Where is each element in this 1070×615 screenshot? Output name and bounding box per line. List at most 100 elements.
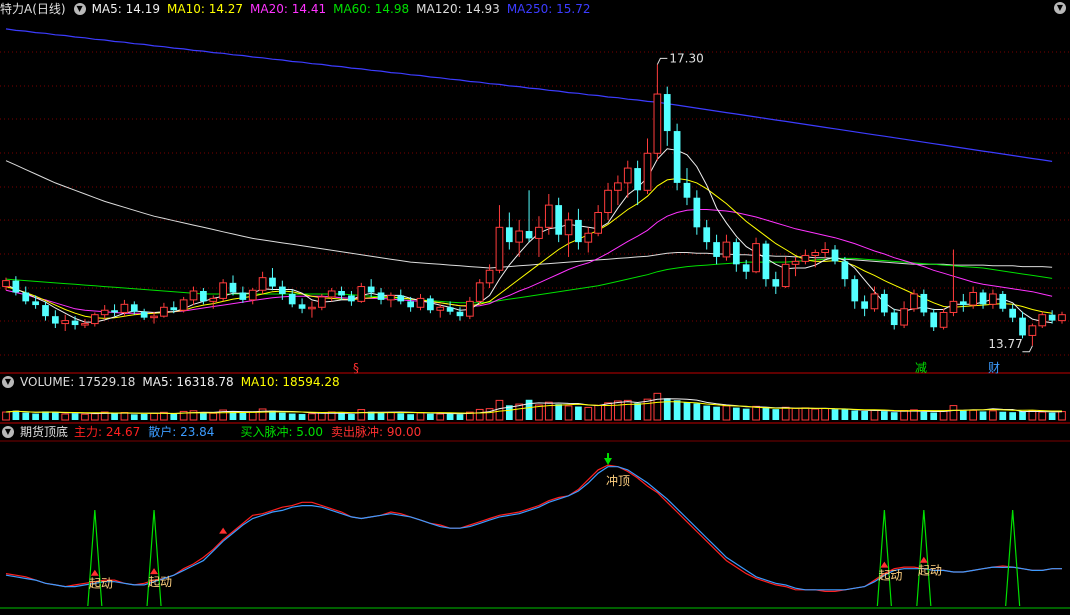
candle-body [1038,314,1047,327]
candle-body [436,306,445,311]
candle-body [170,307,178,311]
candle-body [555,205,563,235]
volume-bar [248,411,257,421]
candle-body [999,293,1007,309]
volume-bar [140,414,148,420]
candle-body [762,243,770,280]
candle-body [900,308,908,326]
volume-bar [239,412,247,420]
volume-bar [436,413,445,421]
volume-bar [150,412,158,421]
candle-body [229,282,237,293]
volume-bar [989,410,997,421]
volume-bar [2,411,10,421]
volume-bar [32,413,39,420]
volume-bar [81,413,89,421]
candle-body [683,182,691,198]
volume-bar [890,412,898,420]
dropdown-icon[interactable]: ▼ [2,426,14,438]
volume-bar [317,412,326,421]
buy-pulse-spike [1005,509,1021,607]
zhuli-line [5,464,1062,593]
volume-bar [722,405,731,421]
volume-bar [939,410,948,421]
candle-body [150,315,158,319]
volume-bar [623,399,632,421]
candle-body [456,311,464,317]
candle-body [140,311,148,318]
candle-body [111,310,118,313]
indicator-name: 期货顶底 [20,425,69,439]
volume-bar [772,409,780,420]
start-signal-label: 起动 [878,569,902,583]
chart-canvas[interactable]: 17.3013.77§ 减财起动 起动 起动 起动冲顶 [0,0,1070,611]
candle-body [781,263,790,288]
volume-bar [12,410,20,420]
candle-body [811,251,820,256]
candle-body [327,290,336,298]
start-arrow [219,527,228,534]
volume-bar [416,412,425,421]
volume-bar [801,407,810,421]
candle-body [861,301,868,309]
volume-bar [821,408,829,421]
start-signal-label: 起动 [918,564,942,578]
volume-bar [377,412,385,420]
volume-bar [1019,411,1026,420]
volume-bar [959,410,967,420]
candle-body [1019,317,1026,336]
volume-bar [791,407,800,421]
volume-bar [90,413,99,421]
dropdown-icon[interactable]: ▼ [73,3,86,15]
candle-body [851,279,859,302]
volume-bar [920,411,928,420]
candle-body [407,301,414,308]
start-arrow [919,556,928,563]
candle-body [485,269,494,284]
candle-body [446,307,454,312]
candle-body [752,243,760,273]
candle-body [604,189,612,214]
volume-bar [42,411,49,420]
low-price-label: 13.77 [988,337,1022,351]
ma-legend-items: MA5: 14.19 MA10: 14.27 MA20: 14.41 MA60: 14… [92,0,591,18]
candle-body [949,300,958,313]
volume-bar [841,409,849,420]
volume-bar [229,412,237,420]
volume-bar [525,399,533,420]
candle-body [475,282,484,302]
settings-icon[interactable]: ▼ [1054,2,1066,14]
candle-body [653,93,662,154]
indicator-legend-1: 散户: 23.84 [148,425,215,439]
candle-body [575,219,582,243]
start-arrow [90,569,99,576]
candle-body [465,300,474,317]
candle-body [870,293,879,310]
ma-legend-5: MA250: 15.72 [506,2,591,16]
candle-body [505,227,513,243]
candle-body [32,301,39,306]
dropdown-icon[interactable]: ▼ [2,376,14,388]
indicator-legend: ▼ 期货顶底 主力: 24.67 散户: 23.84 买入脉冲: 5.00 卖出脉冲:… [0,423,421,441]
candle-body [317,296,326,308]
candle-body [831,249,839,262]
volume-bar [683,402,691,420]
ma-legend-3: MA60: 14.98 [333,2,410,16]
volume-bar [732,407,740,420]
candle-body [544,204,553,228]
volume-legend-0: VOLUME: 17529.18 [20,375,136,389]
volume-bar [653,392,662,421]
candle-body [703,227,711,243]
candle-body [1058,314,1066,322]
high-price-label: 17.30 [669,51,703,65]
indicator-legend-items: 主力: 24.67 散户: 23.84 买入脉冲: 5.00 卖出脉冲: 90.00 [74,423,421,441]
candle-body [42,305,49,317]
ma250-line [5,28,1053,162]
candle-body [614,182,622,191]
candle-body [910,293,918,310]
volume-bar [703,405,711,420]
volume-bar [1058,411,1066,421]
volume-bar [485,408,494,421]
volume-bar [456,414,464,420]
buy-pulse-spike [146,509,162,607]
